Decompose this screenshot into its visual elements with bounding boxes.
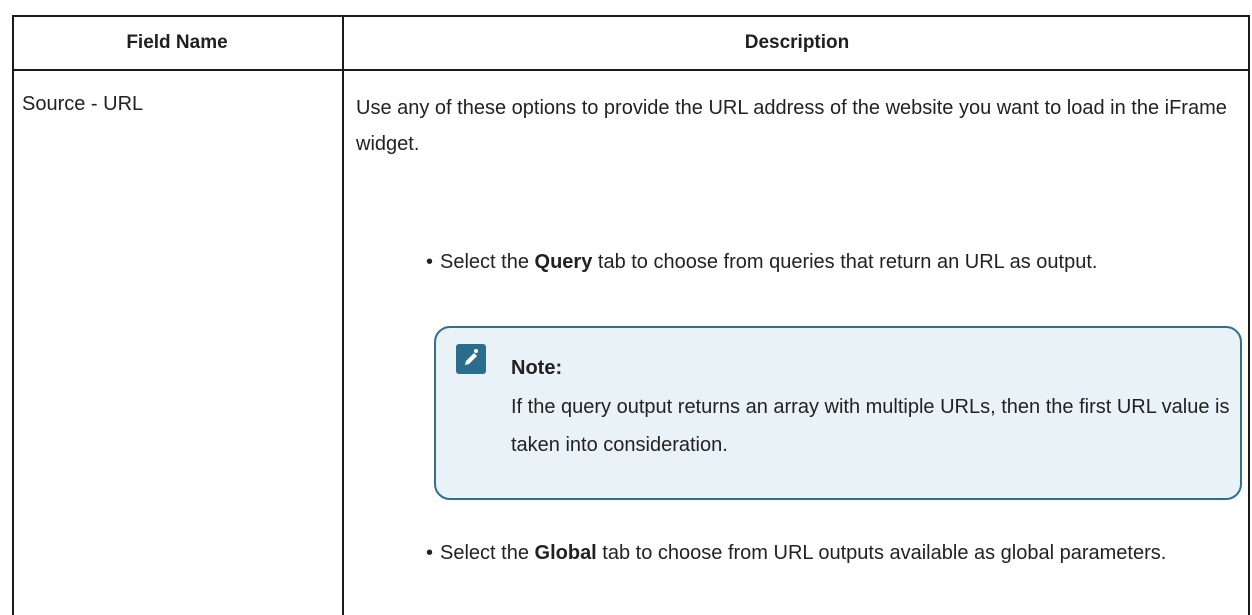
bullet-text-post: tab to choose from queries that return a…	[592, 251, 1098, 273]
pencil-note-icon	[456, 344, 486, 374]
table-border-right	[1248, 71, 1250, 615]
bullet-text-pre: Select the	[440, 251, 535, 273]
table-border-left	[12, 71, 14, 615]
bullet-icon: •	[426, 542, 434, 564]
column-divider	[342, 71, 344, 615]
list-item: • Select the Global tab to choose from UR…	[426, 535, 1246, 571]
field-name-cell: Source - URL	[22, 93, 144, 115]
description-text: Use any of these options to provide the …	[356, 97, 1227, 155]
header-description: Description	[744, 32, 850, 53]
bullet-text-post: tab to choose from URL outputs available…	[596, 542, 1167, 564]
bullet-text-bold: Query	[534, 251, 593, 273]
note-title: Note:	[511, 357, 563, 379]
bullet-icon: •	[426, 251, 434, 273]
header-field-name: Field Name	[126, 32, 228, 53]
field-description-table: Field Name Description Source - URL Use …	[12, 0, 1252, 615]
list-item: • Select the Query tab to choose from que…	[426, 244, 1246, 280]
bullet-text-pre: Select the	[440, 542, 535, 564]
note-text: If the query output returns an array wit…	[511, 396, 1230, 456]
bullet-text-bold: Global	[534, 542, 597, 564]
